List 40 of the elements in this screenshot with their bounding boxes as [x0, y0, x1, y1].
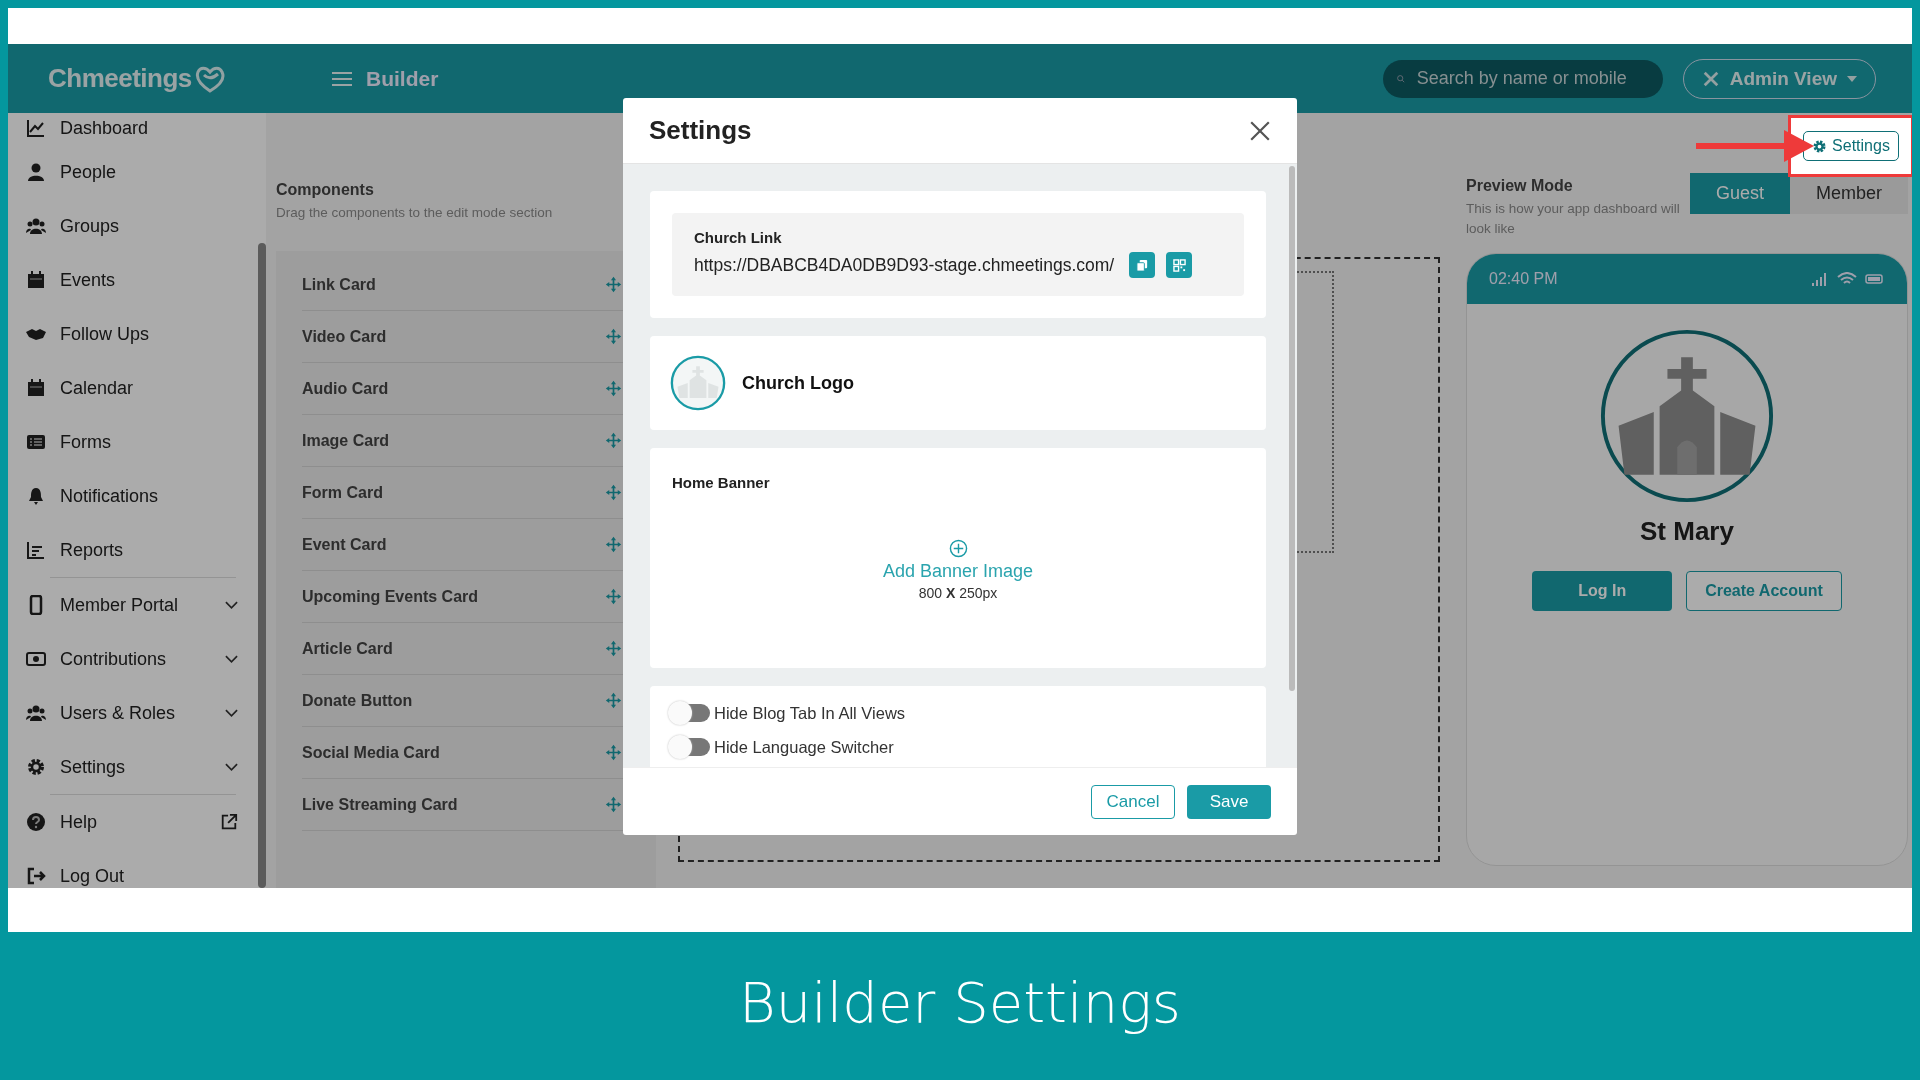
sidebar-item[interactable]: Settings [20, 740, 244, 794]
church-link-url: https://DBABCB4DA0DB9D93-stage.chmeetings.com/ [694, 254, 1115, 276]
sidebar-item[interactable]: Reports [20, 523, 244, 577]
log-in-button[interactable]: Log In [1532, 571, 1673, 611]
save-button[interactable]: Save [1187, 784, 1271, 819]
section-hint: Drag the components to the edit mode section [276, 204, 554, 222]
caption-title: Builder Settings [739, 968, 1181, 1037]
page-title: Builder [366, 66, 439, 91]
settings-button[interactable]: Settings [1803, 131, 1899, 161]
phone-time: 02:40 PM [1489, 270, 1558, 288]
add-banner-link[interactable]: Add Banner Image [882, 561, 1034, 582]
sidebar-item[interactable]: Member Portal [20, 578, 244, 632]
sidebar-item[interactable]: Dashboard [20, 115, 244, 141]
create-account-button[interactable]: Create Account [1686, 571, 1842, 611]
search-field[interactable]: Search by name or mobile [1382, 59, 1663, 98]
sidebar-item[interactable]: Users & Roles [20, 686, 244, 740]
sidebar-item[interactable]: Help [20, 795, 244, 849]
sidebar-item[interactable]: Log Out [20, 849, 244, 888]
section-hint: This is how your app dashboard will look like [1466, 200, 1681, 238]
sidebar-item[interactable]: Contributions [20, 632, 244, 686]
dialog-title: Settings [649, 115, 752, 146]
sidebar-item[interactable]: Forms [20, 415, 244, 469]
sidebar-item[interactable]: Calendar [20, 361, 244, 415]
church-logo-label: Church Logo [742, 372, 854, 394]
sidebar-item[interactable]: Groups [20, 199, 244, 253]
banner-upload[interactable]: Add Banner Image 800 X 250px [672, 539, 1244, 601]
section-title: Components [276, 181, 375, 199]
church-name: St Mary [1640, 516, 1734, 547]
sidebar-item[interactable]: Events [20, 253, 244, 307]
sidebar-item[interactable]: People [20, 145, 244, 199]
section-title: Preview Mode [1466, 177, 1574, 195]
field-label: Church Link [694, 229, 783, 246]
mode-tab[interactable]: Guest [1689, 173, 1790, 214]
toggle-label: Hide Language Switcher [714, 737, 894, 757]
sidebar-item[interactable]: Follow Ups [20, 307, 244, 361]
size-hint: 800 X 250px [918, 585, 998, 601]
toggle-label: Hide Blog Tab In All Views [714, 703, 906, 723]
cancel-button[interactable]: Cancel [1091, 784, 1175, 819]
field-label: Home Banner [672, 474, 771, 491]
sidebar-item[interactable]: Notifications [20, 469, 244, 523]
